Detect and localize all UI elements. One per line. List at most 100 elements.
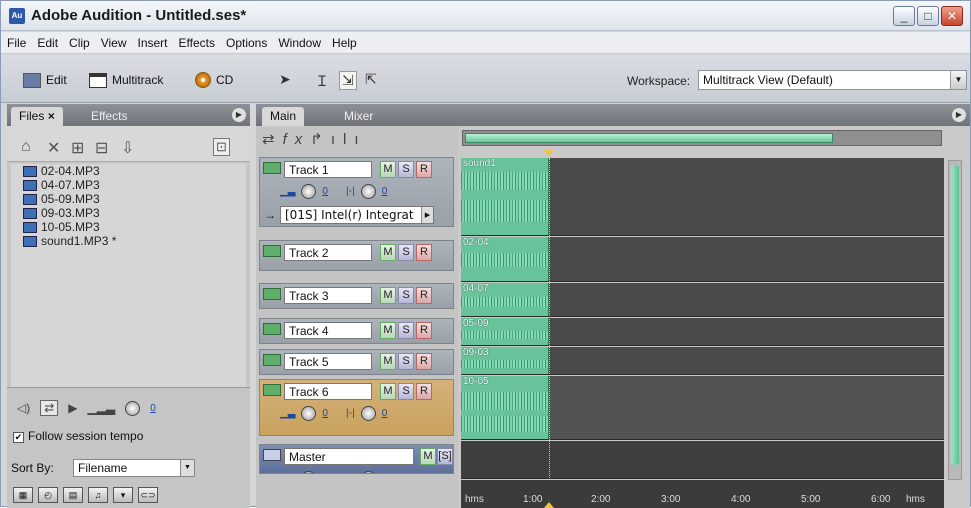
- speaker-icon[interactable]: ◁): [17, 401, 30, 415]
- maximize-button[interactable]: □: [917, 6, 939, 26]
- mute-button[interactable]: M: [420, 448, 436, 465]
- track-name-input[interactable]: Master: [284, 448, 414, 465]
- zoom-range-handle[interactable]: [465, 133, 833, 143]
- record-arm-button[interactable]: R: [416, 287, 432, 304]
- menu-view[interactable]: View: [95, 32, 132, 50]
- track-lane[interactable]: 04-07: [461, 283, 944, 317]
- track-lane[interactable]: 02-04: [461, 237, 944, 282]
- effects-fx-icon[interactable]: fx: [283, 131, 311, 148]
- audio-clip[interactable]: 02-04: [461, 237, 549, 281]
- solo-button[interactable]: S: [398, 322, 414, 339]
- volume-knob[interactable]: [125, 400, 141, 416]
- show-options-icon[interactable]: ⊡: [213, 138, 230, 156]
- track-name-input[interactable]: Track 2: [284, 244, 372, 261]
- scrollbar-thumb[interactable]: [951, 165, 959, 465]
- track-lane[interactable]: 05-09: [461, 318, 944, 346]
- volume-knob[interactable]: [301, 406, 317, 421]
- track-lane-selected[interactable]: 10-05: [461, 376, 944, 440]
- pan-knob[interactable]: [360, 471, 376, 473]
- list-item[interactable]: 05-09.MP3: [11, 192, 246, 206]
- mute-button[interactable]: M: [380, 322, 396, 339]
- solo-button[interactable]: S: [398, 161, 414, 178]
- close-button[interactable]: ✕: [941, 6, 963, 26]
- volume-knob[interactable]: [301, 471, 317, 473]
- record-arm-button[interactable]: R: [416, 322, 432, 339]
- record-arm-button[interactable]: R: [416, 161, 432, 178]
- time-selection-tool-icon[interactable]: Ｉ: [315, 71, 329, 91]
- panel-menu-icon[interactable]: ▶: [232, 108, 246, 122]
- tab-effects[interactable]: Effects: [83, 107, 135, 126]
- solo-button[interactable]: S: [398, 244, 414, 261]
- list-item[interactable]: 10-05.MP3: [11, 220, 246, 234]
- master-lane[interactable]: [461, 441, 944, 479]
- tab-main[interactable]: Main: [262, 107, 305, 126]
- loop-icon[interactable]: ⇄: [40, 400, 59, 416]
- eq-icon[interactable]: ılı: [331, 131, 367, 148]
- solo-button[interactable]: S: [398, 287, 414, 304]
- pan-knob[interactable]: [360, 406, 376, 421]
- playhead-marker-icon[interactable]: [544, 150, 554, 156]
- menu-file[interactable]: File: [1, 32, 31, 50]
- volume-value[interactable]: 0: [322, 186, 328, 197]
- track-name-input[interactable]: Track 4: [284, 322, 372, 339]
- mute-button[interactable]: M: [380, 287, 396, 304]
- tab-files[interactable]: Files ×: [11, 107, 63, 126]
- volume-knob[interactable]: [301, 184, 317, 199]
- play-icon[interactable]: ▶: [68, 401, 77, 415]
- pan-value[interactable]: 0: [382, 408, 388, 419]
- insert-into-multitrack-icon[interactable]: ⊞: [71, 138, 84, 158]
- panel-menu-icon[interactable]: ▶: [952, 108, 966, 122]
- menu-options[interactable]: Options: [220, 32, 272, 50]
- sends-icon[interactable]: ↱: [310, 131, 331, 148]
- track-drag-icon[interactable]: [263, 288, 281, 300]
- open-file-icon[interactable]: ⌂: [21, 138, 31, 156]
- pan-value[interactable]: 0: [382, 473, 388, 474]
- filter-loop-icon[interactable]: ◴: [38, 487, 58, 503]
- track-name-input[interactable]: Track 3: [284, 287, 372, 304]
- output-select[interactable]: [01S] Intel(r) Integrat ▶: [280, 206, 434, 224]
- list-item[interactable]: 09-03.MP3: [11, 206, 246, 220]
- menu-clip[interactable]: Clip: [63, 32, 95, 50]
- sort-select[interactable]: Filename ▼: [73, 459, 195, 477]
- hybrid-tool-icon[interactable]: ⇲: [339, 71, 357, 90]
- close-tab-icon[interactable]: ×: [48, 109, 55, 123]
- close-file-icon[interactable]: ✕: [47, 138, 60, 158]
- mute-button[interactable]: M: [380, 353, 396, 370]
- menu-edit[interactable]: Edit: [31, 32, 63, 50]
- import-icon[interactable]: ⇩: [121, 138, 134, 158]
- track-name-input[interactable]: Track 1: [284, 161, 372, 178]
- solo-button[interactable]: [S]: [437, 448, 453, 465]
- track-drag-icon[interactable]: [263, 162, 281, 174]
- list-item[interactable]: 04-07.MP3: [11, 178, 246, 192]
- menu-help[interactable]: Help: [326, 32, 362, 50]
- filter-link-icon[interactable]: ⊂⊃: [138, 487, 158, 503]
- edit-view-button[interactable]: Edit: [19, 69, 71, 91]
- track-drag-icon[interactable]: [263, 245, 281, 257]
- audio-clip[interactable]: 04-07: [461, 283, 549, 316]
- mute-button[interactable]: M: [380, 244, 396, 261]
- track-lane[interactable]: sound1: [461, 158, 944, 236]
- track-name-input[interactable]: Track 6: [284, 383, 372, 400]
- scrub-tool-icon[interactable]: ⇱: [365, 71, 377, 88]
- record-arm-button[interactable]: R: [416, 244, 432, 261]
- filter-show-icon[interactable]: ▾: [113, 487, 133, 503]
- volume-value[interactable]: 0: [322, 473, 328, 474]
- mute-button[interactable]: M: [380, 383, 396, 400]
- workspace-select[interactable]: Multitrack View (Default) ▼: [698, 70, 967, 90]
- filter-midi-icon[interactable]: ♫: [88, 487, 108, 503]
- pan-value[interactable]: 0: [382, 186, 388, 197]
- audio-clip[interactable]: sound1: [461, 158, 549, 235]
- volume-value[interactable]: 0: [150, 403, 156, 414]
- pan-knob[interactable]: [360, 184, 376, 199]
- tab-mixer[interactable]: Mixer: [336, 107, 381, 126]
- record-arm-button[interactable]: R: [416, 353, 432, 370]
- time-ruler[interactable]: hms 1:00 2:00 3:00 4:00 5:00 6:00 hms: [461, 480, 944, 508]
- menu-effects[interactable]: Effects: [173, 32, 220, 50]
- follow-tempo-checkbox[interactable]: ✔ Follow session tempo: [13, 429, 143, 443]
- zoom-overview-bar[interactable]: [462, 130, 942, 146]
- menu-insert[interactable]: Insert: [132, 32, 173, 50]
- vertical-scrollbar[interactable]: [948, 160, 962, 480]
- track-drag-icon[interactable]: [263, 323, 281, 335]
- solo-button[interactable]: S: [398, 383, 414, 400]
- playhead-marker-icon[interactable]: [544, 502, 554, 508]
